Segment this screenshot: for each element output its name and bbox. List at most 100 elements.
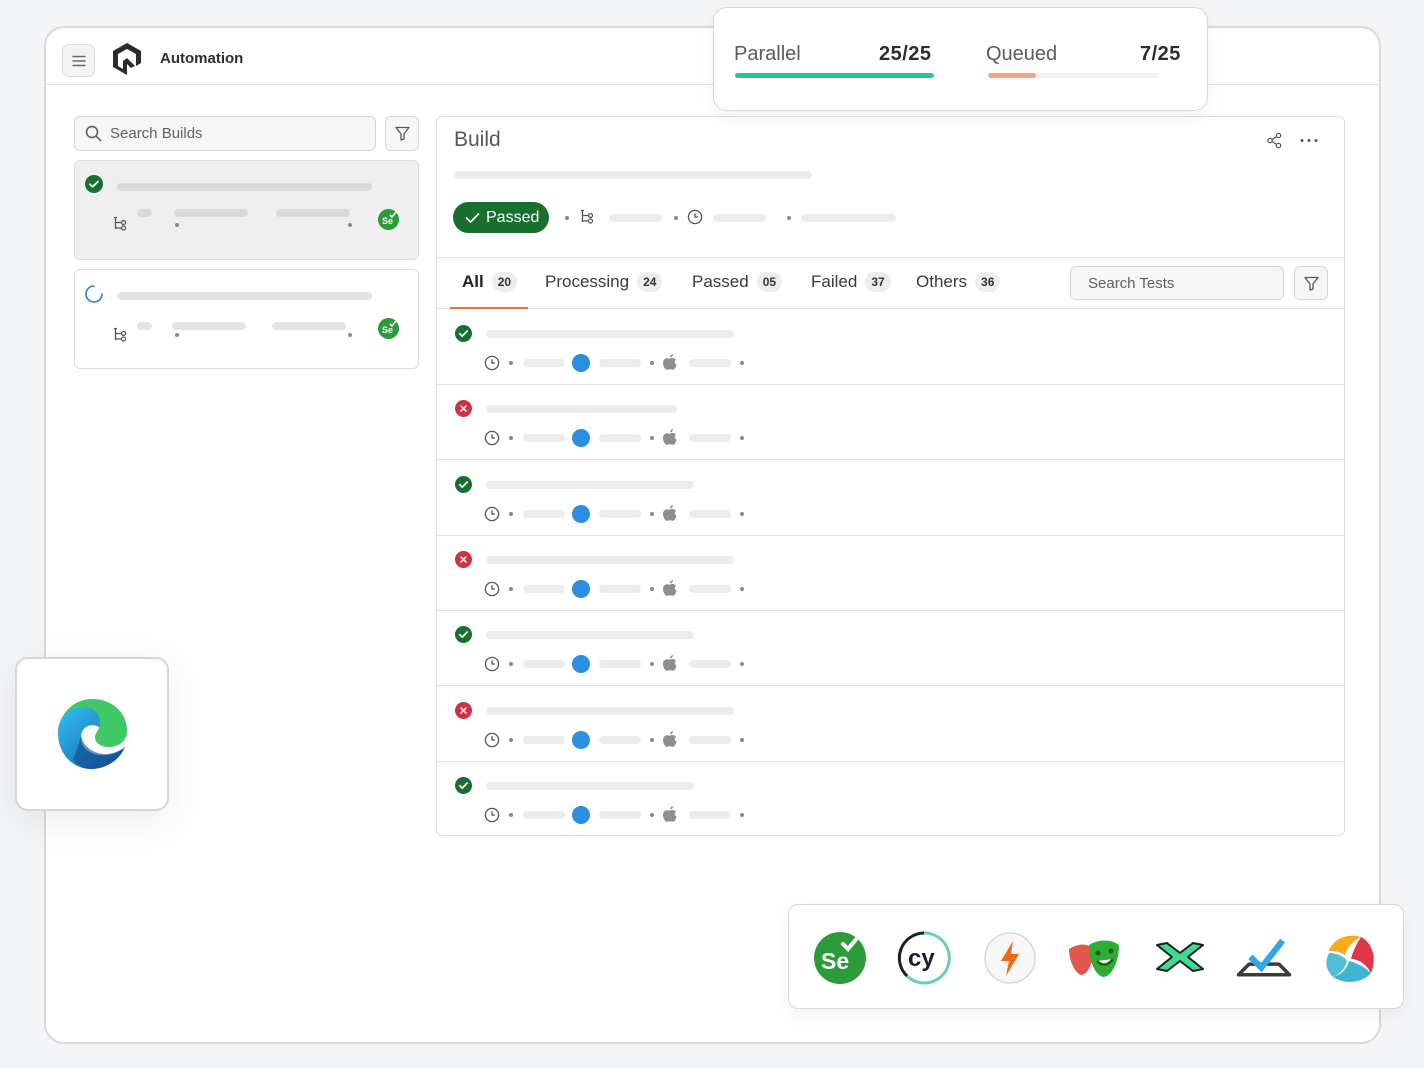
queued-progress-bar [988,73,1159,78]
build-card[interactable]: Se [74,160,419,260]
meta-placeholder [599,434,641,443]
passed-status-icon [455,325,472,342]
tab-others[interactable]: Others 36 [916,272,1001,292]
clock-icon [687,209,703,225]
parallel-value: 25/25 [879,43,932,65]
meta-placeholder [599,584,641,593]
test-row[interactable] [437,310,1344,385]
test-row[interactable] [437,461,1344,536]
more-icon[interactable] [1299,132,1319,149]
meta-placeholder [689,660,731,669]
svg-text:Se: Se [382,216,393,226]
search-tests-field[interactable] [1070,266,1287,300]
app-title: Automation [160,50,244,67]
test-name-placeholder [486,781,694,790]
build-subtitle-placeholder [454,171,812,179]
test-name-placeholder [486,405,677,414]
test-row[interactable] [437,385,1344,461]
filter-icon [1303,276,1319,291]
menu-icon [71,55,86,66]
tab-all[interactable]: All 20 [462,272,518,292]
selenium-icon: Se [378,318,399,339]
tab-failed[interactable]: Failed 37 [811,272,891,292]
test-name-placeholder [486,555,734,564]
meta-placeholder [599,810,641,819]
svg-text:cy: cy [908,945,935,972]
active-tab-indicator [450,307,528,309]
test-name-placeholder [486,706,734,715]
testcafe-icon [1321,929,1379,987]
build-name-placeholder [117,183,372,191]
clock-icon [484,732,500,748]
test-row[interactable] [437,611,1344,687]
menu-button[interactable] [62,44,95,77]
separator-dot [740,812,744,817]
branch-icon [113,216,127,232]
tab-count: 36 [975,272,1001,292]
separator-dot [650,737,654,742]
safari-icon [572,354,590,372]
clock-icon [484,581,500,597]
passed-status-icon [455,626,472,644]
tab-count: 24 [637,272,663,292]
separator-dot [509,436,513,441]
meta-placeholder [137,322,152,330]
tab-count: 05 [756,272,783,292]
selenium-icon: Se [378,209,399,230]
separator-dot [650,436,654,441]
tab-count: 37 [865,272,891,292]
meta-placeholder [523,810,565,819]
meta-placeholder [599,735,641,744]
meta-placeholder [599,509,641,518]
check-icon [465,212,480,223]
svg-text:Se: Se [382,325,393,335]
separator-dot [650,586,654,591]
logo-icon [113,43,141,75]
test-row[interactable] [437,762,1344,835]
apple-icon [662,504,678,522]
passed-status-icon [455,776,472,794]
meta-placeholder [689,359,731,367]
test-list [437,310,1344,835]
separator-dot [509,662,513,667]
separator-dot [175,223,179,227]
meta-placeholder [137,209,152,217]
meta-placeholder [689,434,731,443]
share-icon[interactable] [1266,132,1283,149]
queued-progress-fill [988,73,1036,78]
builds-filter-button[interactable] [385,116,419,151]
meta-placeholder [174,209,248,217]
meta-placeholder [172,322,246,330]
search-tests-input[interactable] [1088,274,1287,292]
separator-dot [348,333,352,337]
build-card[interactable]: Se [74,269,419,369]
meta-placeholder [523,584,565,593]
separator-dot [650,511,654,516]
tab-label: All [462,272,484,291]
separator-dot [509,586,513,591]
svg-text:Se: Se [821,948,849,974]
safari-icon [572,579,590,598]
failed-status-icon [455,400,472,418]
build-status-label: Passed [486,208,540,226]
tab-label: Processing [545,272,630,291]
failed-status-icon [455,701,472,719]
tab-processing[interactable]: Processing 24 [545,272,663,292]
test-name-placeholder [486,631,694,640]
safari-icon [572,805,590,824]
tab-passed[interactable]: Passed 05 [692,272,783,292]
meta-placeholder [713,214,766,222]
test-row[interactable] [437,687,1344,762]
queued-label: Queued [986,43,1058,65]
cypress-icon: cy [895,929,953,987]
lightning-icon [981,929,1039,987]
test-row[interactable] [437,536,1344,611]
edge-browser-card [15,657,169,811]
meta-placeholder [523,359,565,367]
meta-placeholder [689,509,731,518]
tests-filter-button[interactable] [1294,266,1328,300]
passed-status-icon [85,175,103,193]
apple-icon [662,654,678,672]
search-builds-field[interactable] [74,116,376,151]
search-builds-input[interactable] [110,125,330,142]
